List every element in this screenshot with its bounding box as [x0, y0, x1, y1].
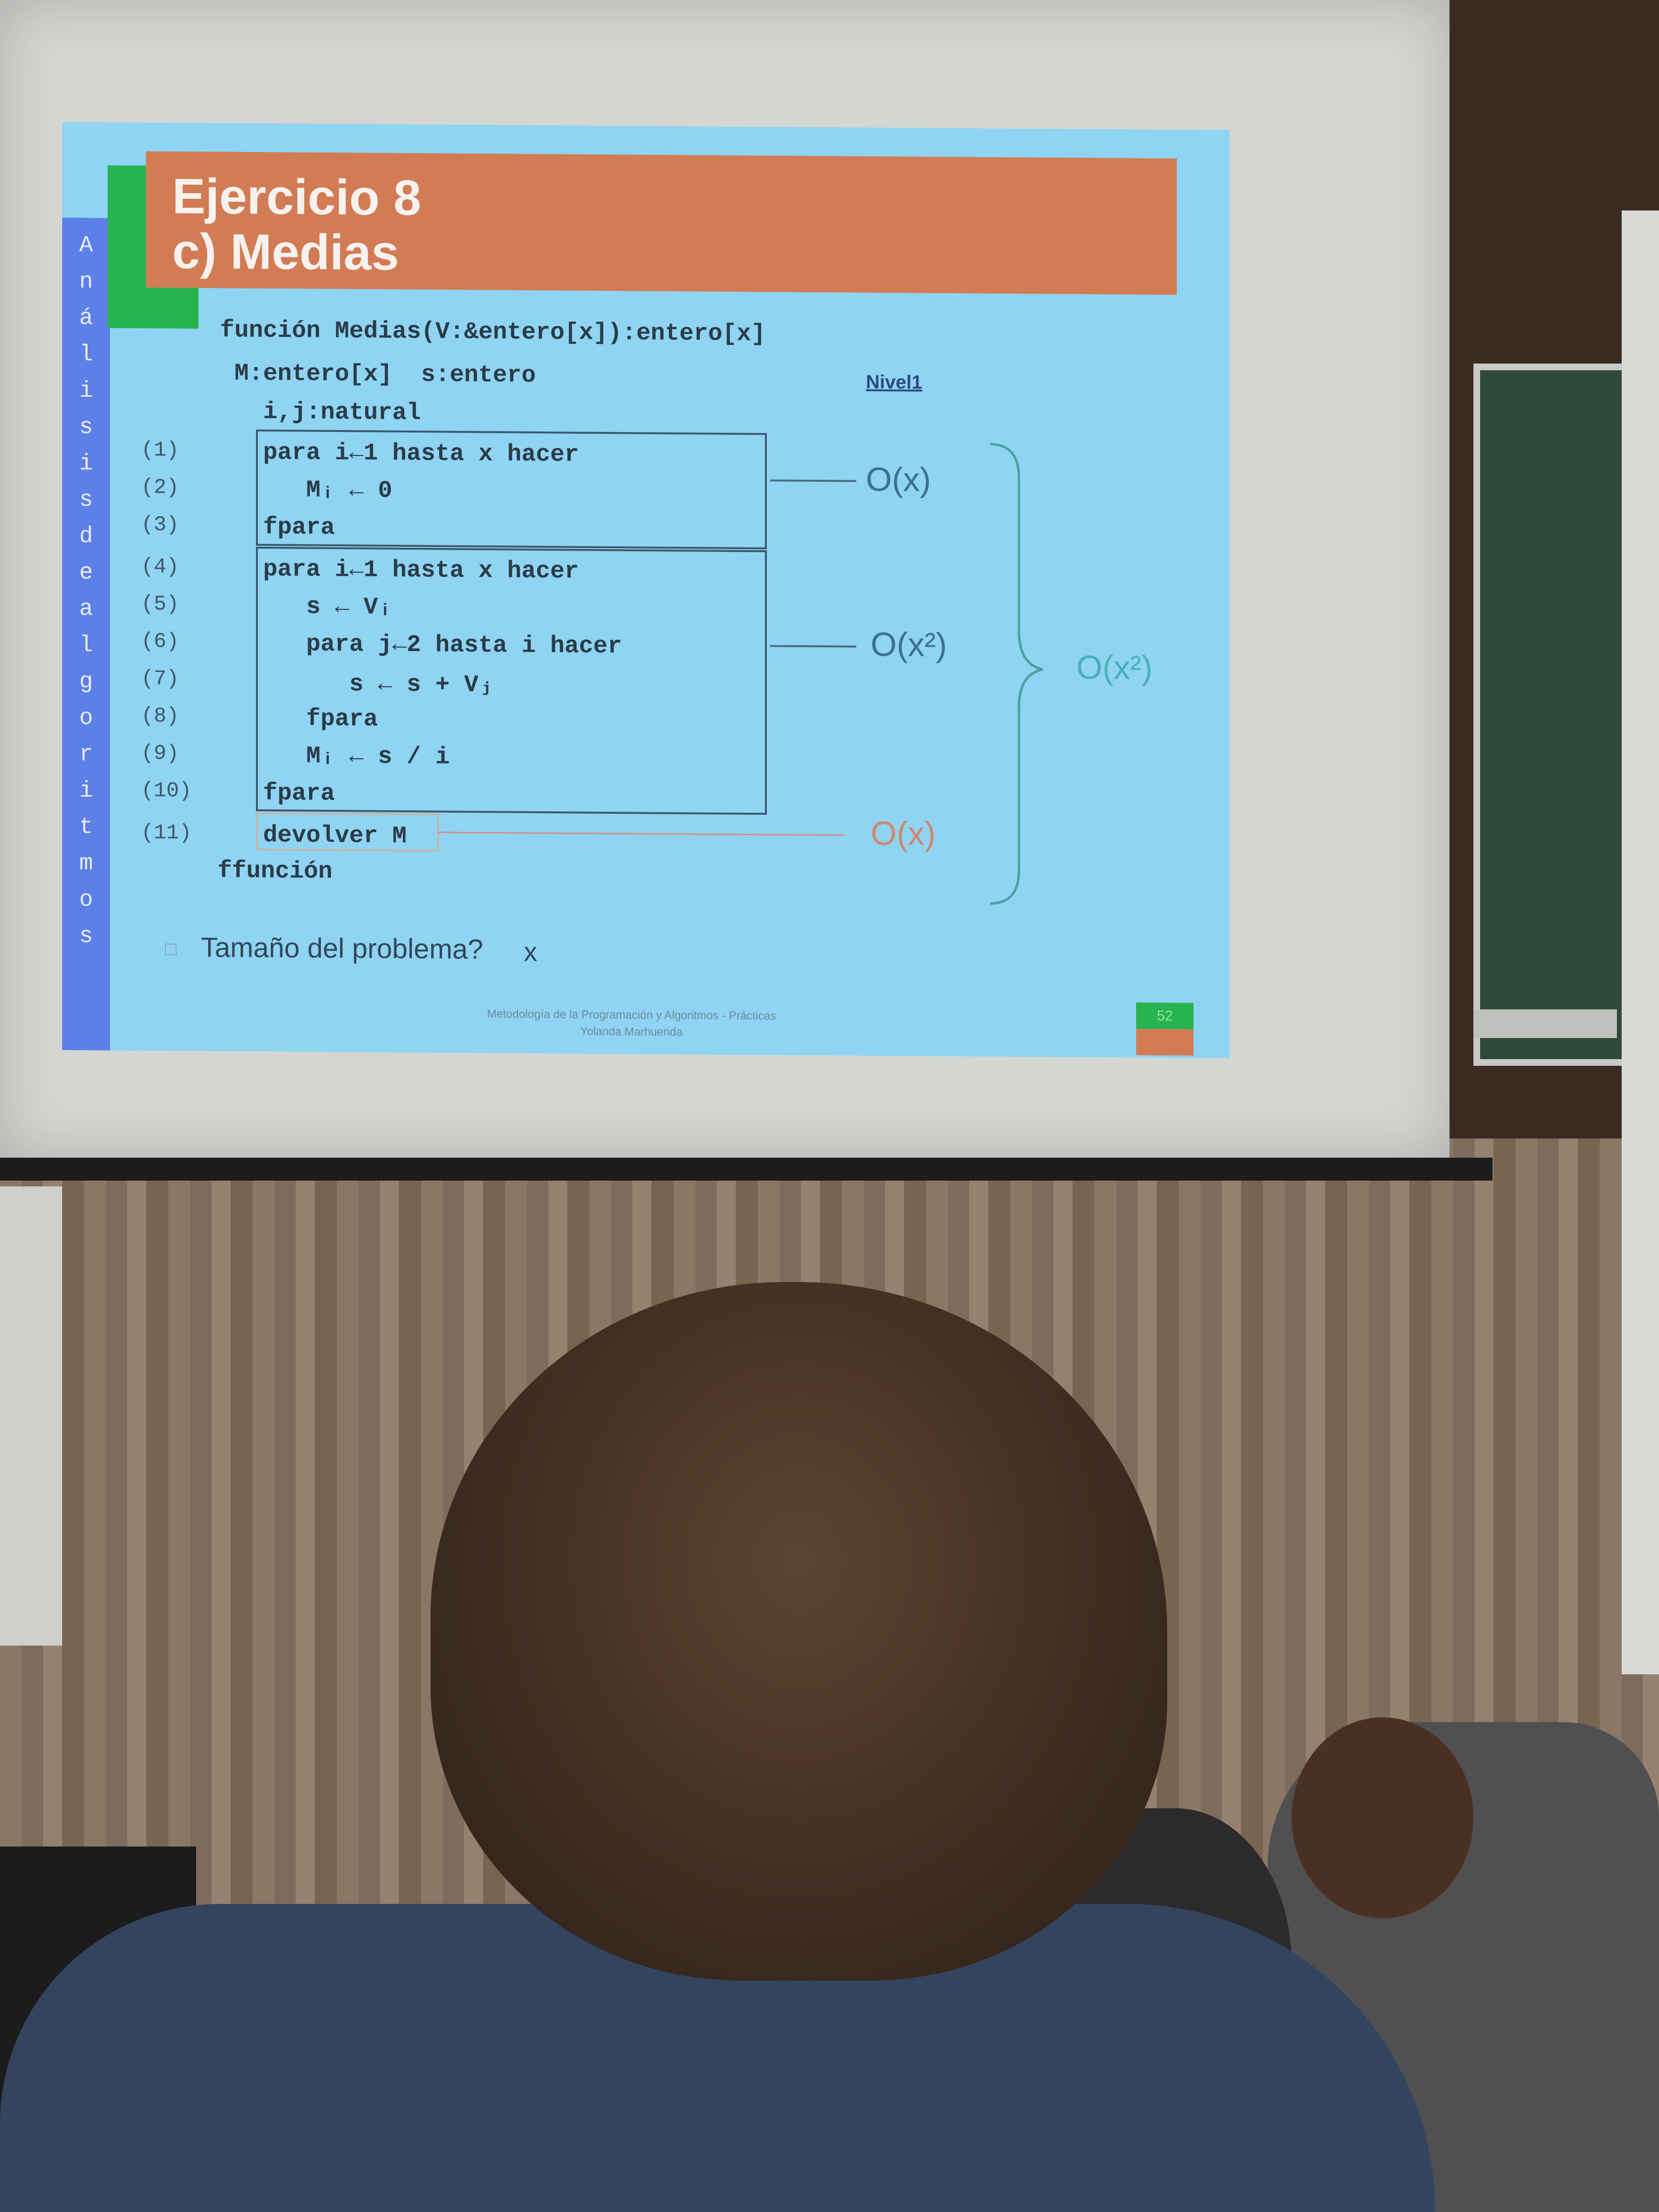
student-right-head [1292, 1717, 1473, 1918]
declaration-line-1: M:entero[x] s:entero [234, 360, 536, 389]
complexity-loop-2: O(x²) [871, 625, 947, 664]
side-letter: i [79, 451, 93, 477]
chalkboard [1473, 364, 1630, 1066]
side-letter: i [79, 778, 93, 804]
question-answer: x [524, 936, 537, 967]
arrow-2 [770, 645, 856, 648]
side-letter: a [79, 596, 93, 622]
line-number: (2) [141, 476, 179, 500]
complexity-loop-1: O(x) [866, 460, 931, 498]
line-number: (9) [141, 741, 179, 766]
white-board-edge [1622, 210, 1659, 1674]
code-line: Mᵢ ← 0 [263, 476, 393, 505]
code-line: fpara [263, 513, 335, 542]
code-line: para i←1 hasta x hacer [263, 555, 579, 586]
projection-screen: Análisisdealgoritmos Ejercicio 8 c) Medi… [0, 0, 1449, 1158]
line-number: (7) [141, 667, 179, 691]
footer-line-1: Metodología de la Programación y Algorit… [487, 1007, 776, 1023]
line-number: (1) [141, 438, 179, 463]
page-badge-orange [1136, 1029, 1194, 1056]
declaration-line-2: i,j:natural [263, 398, 421, 427]
line-number: (11) [141, 821, 192, 845]
code-line: devolver M [263, 821, 407, 851]
complexity-return: O(x) [871, 814, 936, 852]
projected-slide: Análisisdealgoritmos Ejercicio 8 c) Medi… [62, 122, 1229, 1059]
code-lines: (1) para i←1 hasta x hacer (2) Mᵢ ← 0 (3) fp… [62, 122, 1229, 850]
code-line: s ← s + Vⱼ [263, 670, 493, 699]
side-strip: Análisisdealgoritmos [62, 218, 110, 1051]
side-letter: s [79, 923, 93, 950]
line-number: (10) [141, 779, 192, 803]
slide-title: Ejercicio 8 [172, 168, 421, 226]
side-letter: d [79, 523, 93, 550]
side-letter: o [79, 705, 93, 731]
chalkboard-ledge [1473, 1009, 1617, 1038]
code-line: fpara [263, 705, 378, 733]
side-letter: l [79, 632, 93, 659]
code-line: para i←1 hasta x hacer [263, 439, 579, 469]
side-letter: i [79, 378, 93, 404]
code-line: s ← Vᵢ [263, 593, 393, 621]
side-letter: o [79, 887, 93, 913]
side-letter: g [79, 669, 93, 695]
side-letter: l [79, 342, 93, 368]
side-letter: s [79, 487, 93, 513]
code-line: Mᵢ ← s / i [263, 742, 450, 771]
side-letter: n [79, 269, 93, 295]
code-line: fpara [263, 779, 335, 807]
line-number: (8) [141, 704, 179, 729]
end-function: ffunción [218, 857, 333, 885]
nivel-label: Nivel1 [866, 371, 922, 393]
bullet-icon: □ [165, 938, 177, 960]
arrow-1 [770, 479, 856, 482]
line-number: (5) [141, 592, 179, 617]
side-letter: á [79, 305, 93, 332]
left-white-panel [0, 1186, 62, 1646]
side-letter: A [79, 232, 93, 259]
line-number: (6) [141, 630, 179, 654]
page-number-badge: 52 [1136, 1002, 1194, 1056]
line-number: (3) [141, 513, 179, 537]
question-text: Tamaño del problema? [201, 932, 484, 965]
screen-bottom-bar [0, 1158, 1493, 1181]
page-number: 52 [1136, 1002, 1194, 1029]
line-number: (4) [141, 555, 179, 579]
code-line: para j←2 hasta i hacer [263, 630, 622, 661]
side-letter: e [79, 560, 93, 586]
side-letter: t [79, 814, 93, 841]
side-letter: m [79, 851, 93, 877]
side-letter: r [79, 741, 93, 768]
foreground-student-head [431, 1282, 1167, 1980]
curly-brace [990, 443, 1043, 905]
slide-subtitle: c) Medias [172, 223, 399, 281]
total-complexity: O(x²) [1076, 648, 1153, 686]
arrow-3 [438, 831, 844, 836]
function-header: función Medias(V:&entero[x]):entero[x] [220, 317, 766, 348]
footer-line-2: Yolanda Marhuenda [580, 1025, 683, 1039]
side-letter: s [79, 414, 93, 441]
